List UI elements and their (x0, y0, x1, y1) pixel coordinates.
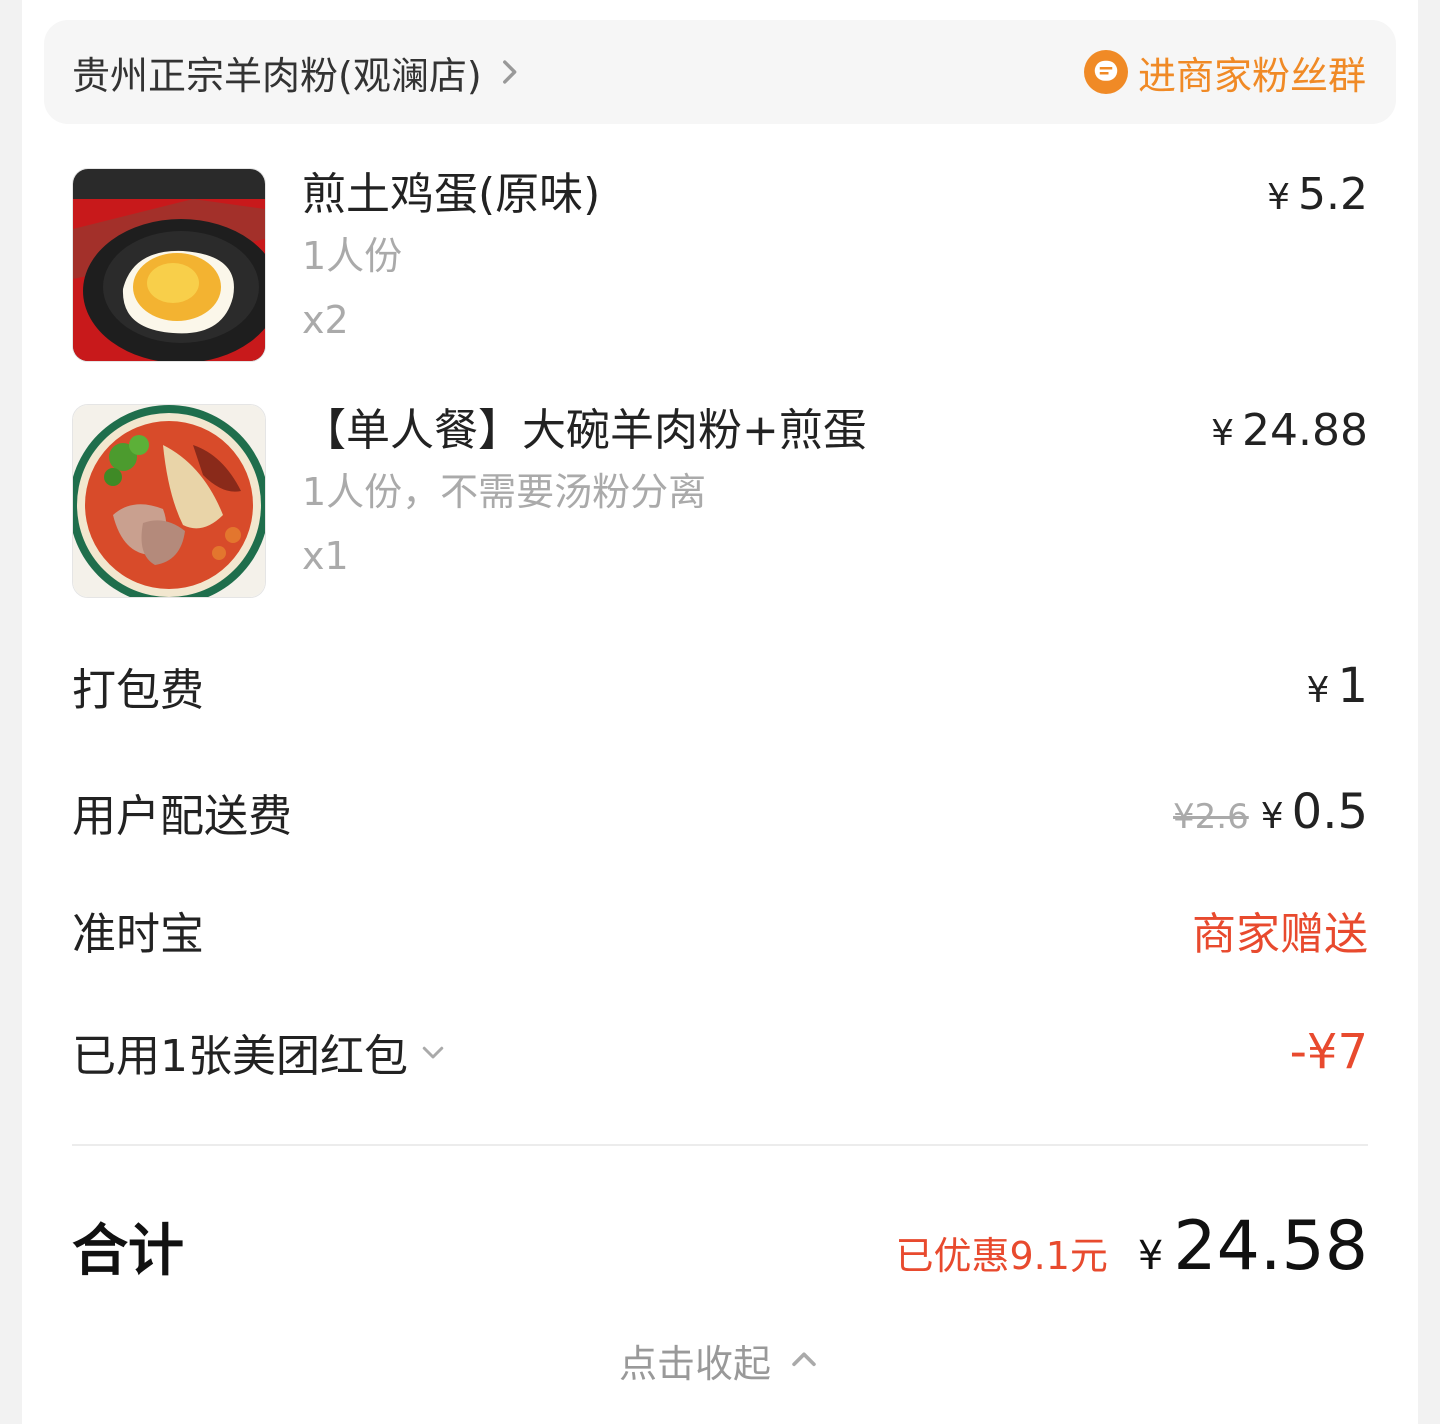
total-amount-value: 24.58 (1173, 1206, 1368, 1286)
total-row: 合计 已优惠9.1元 ¥24.58 (72, 1206, 1368, 1286)
item-quantity: x1 (302, 534, 349, 578)
fans-group-label: 进商家粉丝群 (1137, 53, 1366, 98)
collapse-button[interactable]: 点击收起 (0, 1332, 1440, 1388)
packing-fee-row: 打包费 ¥1 (72, 656, 1368, 716)
packing-fee-amount: 1 (1337, 658, 1368, 714)
store-name: 贵州正宗羊肉粉(观澜店) (72, 53, 482, 98)
delivery-fee-original: ¥2.6 (1173, 797, 1249, 837)
delivery-fee-value: ¥2.6 ¥0.5 (1173, 784, 1368, 840)
currency-symbol: ¥ (1260, 796, 1284, 837)
currency-symbol: ¥ (1137, 1232, 1164, 1279)
packing-fee-value: ¥1 (1307, 658, 1368, 714)
coupon-label: 已用1张美团红包 (72, 1031, 408, 1082)
delivery-fee-row: 用户配送费 ¥2.6 ¥0.5 (72, 782, 1368, 842)
total-right: 已优惠9.1元 ¥24.58 (895, 1207, 1368, 1286)
ontime-guarantee-value: 商家赠送 (1192, 909, 1368, 960)
coupon-row[interactable]: 已用1张美团红包 -¥7 (72, 1022, 1368, 1082)
item-price: ¥24.88 (1211, 404, 1368, 461)
item-quantity: x2 (302, 298, 349, 342)
order-item[interactable]: 【单人餐】大碗羊肉粉+煎蛋 1人份，不需要汤粉分离 x1 ¥24.88 (72, 404, 1368, 598)
total-amount: ¥24.58 (1138, 1207, 1368, 1286)
packing-fee-label: 打包费 (72, 665, 204, 716)
chevron-down-icon (422, 1046, 444, 1059)
total-label: 合计 (72, 1218, 184, 1284)
total-saved: 已优惠9.1元 (895, 1233, 1108, 1278)
store-link[interactable]: 贵州正宗羊肉粉(观澜店) (72, 45, 526, 100)
currency-symbol: ¥ (1267, 177, 1291, 218)
fried-egg-photo (72, 168, 266, 362)
mutton-noodle-photo (72, 404, 266, 598)
currency-symbol: ¥ (1306, 670, 1330, 711)
item-price: ¥5.2 (1267, 168, 1368, 225)
coupon-value: -¥7 (1289, 1024, 1368, 1080)
item-price-value: 24.88 (1242, 405, 1368, 456)
currency-symbol: ¥ (1211, 413, 1235, 454)
item-spec: 1人份，不需要汤粉分离 (302, 470, 707, 514)
item-title: 煎土鸡蛋(原味) (302, 169, 601, 220)
item-title: 【单人餐】大碗羊肉粉+煎蛋 (302, 405, 867, 456)
item-spec: 1人份 (302, 234, 403, 278)
delivery-fee-amount: 0.5 (1291, 784, 1368, 840)
store-header: 贵州正宗羊肉粉(观澜店) 进商家粉丝群 (44, 20, 1396, 124)
coupon-label-group[interactable]: 已用1张美团红包 (72, 1020, 448, 1084)
delivery-fee-label: 用户配送费 (72, 791, 292, 842)
chat-bubble-icon (1083, 50, 1128, 94)
order-item[interactable]: 煎土鸡蛋(原味) 1人份 x2 ¥5.2 (72, 168, 1368, 362)
divider (72, 1144, 1368, 1146)
ontime-guarantee-label: 准时宝 (72, 909, 204, 960)
chevron-up-icon (792, 1352, 816, 1367)
collapse-label: 点击收起 (618, 1341, 771, 1386)
ontime-guarantee-row: 准时宝 商家赠送 (72, 900, 1368, 960)
chevron-right-icon (502, 60, 517, 84)
fans-group-button[interactable]: 进商家粉丝群 (1083, 45, 1366, 100)
item-price-value: 5.2 (1298, 169, 1368, 220)
